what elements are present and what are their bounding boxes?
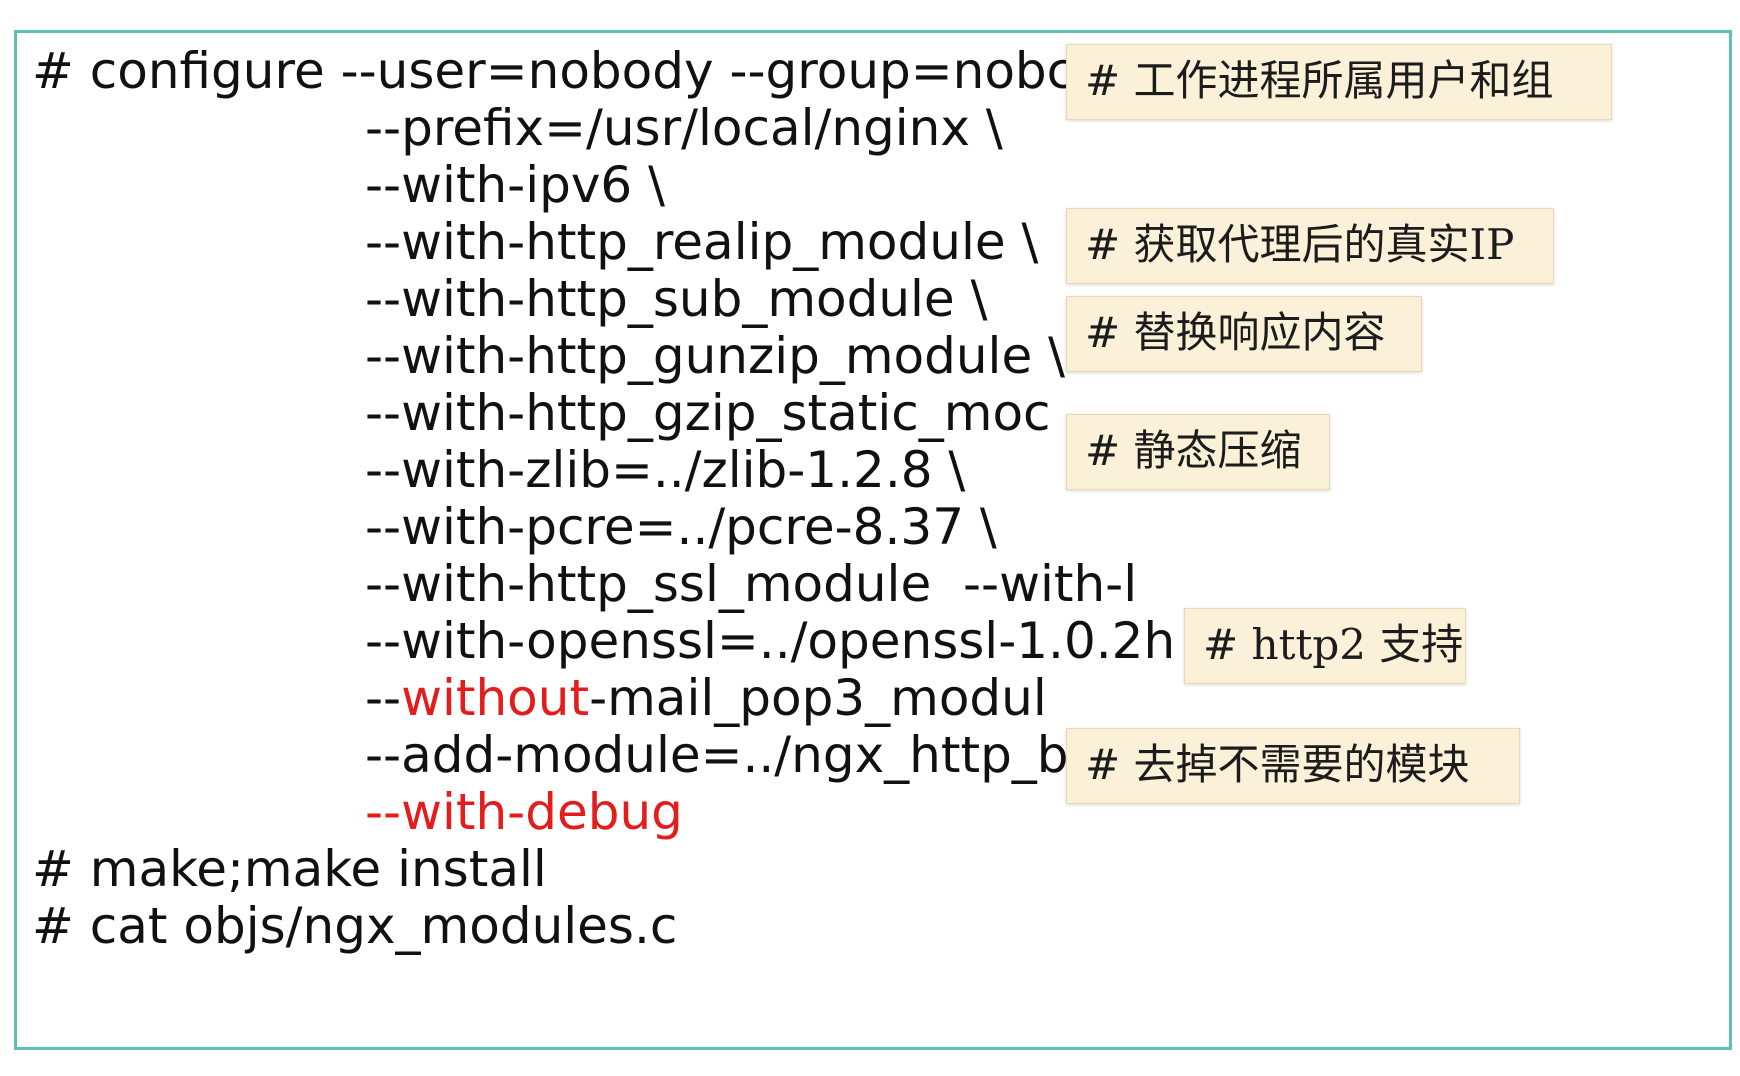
note-remove-modules: # 去掉不需要的模块 [1066, 728, 1520, 804]
note-replace-response: # 替换响应内容 [1066, 296, 1422, 372]
code-rest: -mail_pop3_modul [589, 669, 1047, 727]
code-line-gzip-static: --with-http_gzip_static_moc [365, 384, 1051, 442]
code-line-make: # make;make install [32, 840, 547, 898]
code-prefix-dashes: -- [365, 669, 402, 727]
code-line-debug: --with-debug [365, 783, 683, 841]
code-line-realip: --with-http_realip_module \ [365, 213, 1039, 271]
code-line-cat: # cat objs/ngx_modules.c [32, 897, 678, 955]
code-line-configure: # configure --user=nobody --group=nobc [32, 42, 1075, 100]
code-line-without-pop3: --without-mail_pop3_modul [365, 667, 1047, 729]
code-line-pcre: --with-pcre=../pcre-8.37 \ [365, 498, 997, 556]
code-line-ipv6: --with-ipv6 \ [365, 156, 665, 214]
code-line-sub: --with-http_sub_module \ [365, 270, 988, 328]
note-real-ip: # 获取代理后的真实IP [1066, 208, 1554, 284]
note-user-group: # 工作进程所属用户和组 [1066, 44, 1612, 120]
note-http2: # http2 支持 [1184, 608, 1466, 684]
code-line-ssl: --with-http_ssl_module --with-l [365, 555, 1138, 613]
code-line-gunzip: --with-http_gunzip_module \ [365, 327, 1065, 385]
note-static-compress: # 静态压缩 [1066, 414, 1330, 490]
without-keyword: without [401, 669, 590, 727]
code-line-prefix: --prefix=/usr/local/nginx \ [365, 99, 1003, 157]
code-line-openssl: --with-openssl=../openssl-1.0.2h \ [365, 612, 1208, 670]
code-line-zlib: --with-zlib=../zlib-1.2.8 \ [365, 441, 966, 499]
